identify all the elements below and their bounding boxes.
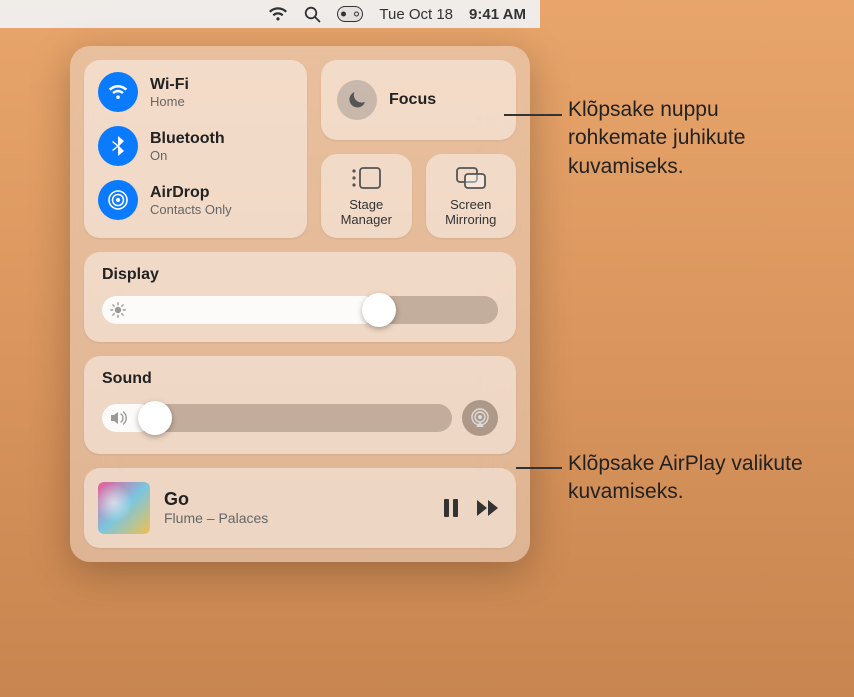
bluetooth-icon: [98, 126, 138, 166]
wifi-status: Home: [150, 94, 189, 110]
moon-icon: [337, 80, 377, 120]
control-center-panel: Wi-Fi Home Bluetooth On AirDrop: [70, 46, 530, 562]
display-tile[interactable]: Display: [84, 252, 516, 342]
brightness-icon: [110, 302, 126, 318]
now-playing-subtitle: Flume – Palaces: [164, 510, 428, 528]
wifi-toggle[interactable]: Wi-Fi Home: [98, 72, 293, 112]
airplay-audio-button[interactable]: [462, 400, 498, 436]
sound-slider[interactable]: [102, 404, 452, 432]
bluetooth-status: On: [150, 148, 225, 164]
bluetooth-toggle[interactable]: Bluetooth On: [98, 126, 293, 166]
callout-line-airplay: [516, 467, 562, 469]
sound-tile[interactable]: Sound: [84, 356, 516, 454]
wifi-title: Wi-Fi: [150, 75, 189, 94]
airdrop-title: AirDrop: [150, 183, 232, 202]
now-playing-title: Go: [164, 488, 428, 511]
sound-title: Sound: [102, 370, 498, 388]
callout-airplay: Klõpsake AirPlay valikute kuvamiseks.: [568, 450, 848, 507]
airplay-icon: [470, 408, 490, 428]
screen-mirroring-button[interactable]: Screen Mirroring: [426, 154, 517, 238]
callout-line-focus: [504, 114, 562, 116]
stage-manager-label: Stage Manager: [327, 198, 406, 228]
airdrop-icon: [98, 180, 138, 220]
speaker-icon: [110, 411, 128, 425]
stage-manager-button[interactable]: Stage Manager: [321, 154, 412, 238]
album-art: [98, 482, 150, 534]
stage-manager-icon: [350, 164, 382, 192]
wifi-icon: [98, 72, 138, 112]
callout-focus: Klõpsake nuppu rohkemate juhikute kuvami…: [568, 96, 818, 181]
screen-mirroring-label: Screen Mirroring: [432, 198, 511, 228]
screen-mirroring-icon: [455, 164, 487, 192]
pause-button[interactable]: [442, 498, 460, 518]
wifi-icon[interactable]: [268, 7, 288, 21]
airdrop-status: Contacts Only: [150, 202, 232, 218]
menubar: Tue Oct 18 9:41 AM: [0, 0, 540, 28]
menubar-time[interactable]: 9:41 AM: [469, 6, 526, 23]
focus-label: Focus: [389, 91, 436, 109]
bluetooth-title: Bluetooth: [150, 129, 225, 148]
connectivity-tile[interactable]: Wi-Fi Home Bluetooth On AirDrop: [84, 60, 307, 238]
display-title: Display: [102, 266, 498, 284]
menubar-date[interactable]: Tue Oct 18: [379, 6, 453, 23]
display-slider[interactable]: [102, 296, 498, 324]
search-icon[interactable]: [304, 6, 321, 23]
airdrop-toggle[interactable]: AirDrop Contacts Only: [98, 180, 293, 220]
focus-button[interactable]: Focus: [321, 60, 516, 140]
control-center-icon[interactable]: [337, 6, 363, 22]
now-playing-tile[interactable]: Go Flume – Palaces: [84, 468, 516, 548]
next-track-button[interactable]: [476, 499, 502, 517]
